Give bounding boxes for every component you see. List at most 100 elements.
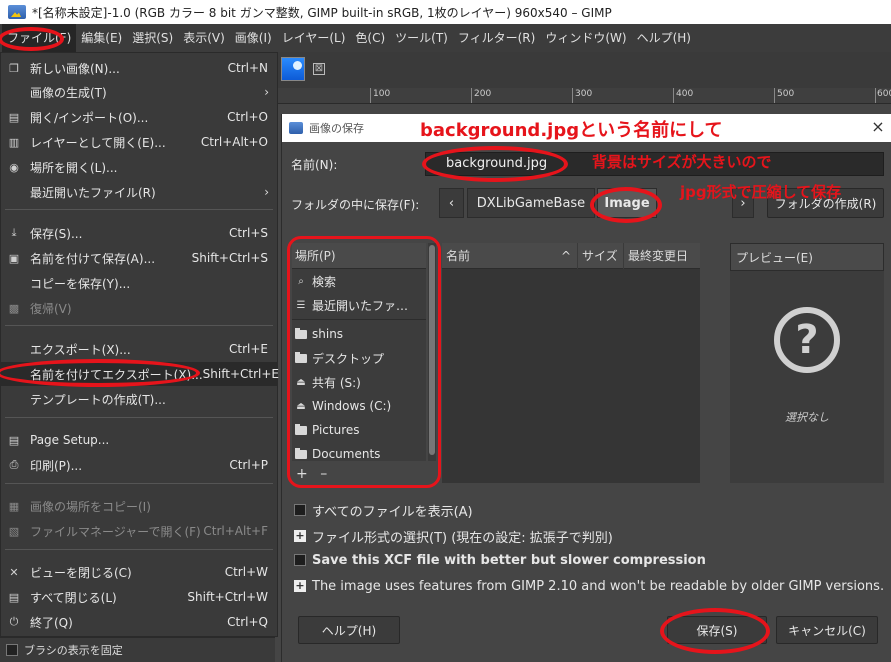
menu-bar: ファイル(F) 編集(E) 選択(S) 表示(V) 画像(I) レイヤー(L) … bbox=[0, 24, 891, 52]
image-tab-thumbnail[interactable] bbox=[281, 57, 305, 81]
lock-brush-checkbox[interactable] bbox=[6, 644, 18, 656]
menu-item-open-location[interactable]: ◉ 場所を開く(L)... bbox=[1, 155, 277, 179]
annotation-circle-save-button bbox=[660, 608, 770, 654]
file-manager-icon: ▧ bbox=[8, 524, 20, 538]
dialog-app-icon bbox=[289, 122, 303, 134]
menu-item-close-view[interactable]: ✕ ビューを閉じる(C) Ctrl+W bbox=[1, 560, 277, 584]
menu-help[interactable]: ヘルプ(H) bbox=[632, 24, 696, 52]
page-setup-icon: ▤ bbox=[8, 433, 20, 447]
dialog-title: 画像の保存 bbox=[309, 122, 364, 135]
menu-filters[interactable]: フィルター(R) bbox=[453, 24, 540, 52]
annotation-note-line1: 背景はサイズが大きいので bbox=[592, 153, 772, 171]
annotation-circle-image-folder bbox=[590, 187, 662, 223]
menu-image[interactable]: 画像(I) bbox=[230, 24, 277, 52]
xcf-compression-checkbox[interactable] bbox=[294, 554, 306, 566]
annotation-box-places bbox=[287, 236, 441, 488]
menu-item-quit[interactable]: ⏻ 終了(Q) Ctrl+Q bbox=[1, 610, 277, 634]
menu-item-close-all[interactable]: ▤ すべて閉じる(L) Shift+Ctrl+W bbox=[1, 585, 277, 609]
title-bar: *[名称未設定]-1.0 (RGB カラー 8 bit ガンマ整数, GIMP … bbox=[0, 0, 891, 24]
ruler-tick bbox=[774, 88, 775, 103]
preview-header[interactable]: プレビュー(E) bbox=[730, 243, 884, 271]
brush-dock-strip: ブラシの表示を固定 bbox=[0, 637, 275, 662]
open-icon: ▤ bbox=[8, 110, 20, 124]
ruler-tick bbox=[572, 88, 573, 103]
menu-select[interactable]: 選択(S) bbox=[127, 24, 178, 52]
close-icon: ✕ bbox=[9, 565, 19, 579]
menu-item-save-as[interactable]: ▣ 名前を付けて保存(A)... Shift+Ctrl+S bbox=[1, 246, 277, 270]
expand-icon[interactable]: + bbox=[294, 530, 306, 542]
column-modified[interactable]: 最終変更日 bbox=[624, 243, 700, 269]
menu-layer[interactable]: レイヤー(L) bbox=[277, 24, 351, 52]
save-icon: ⤓ bbox=[11, 226, 17, 239]
file-list[interactable]: 名前 ^ サイズ 最終変更日 bbox=[442, 243, 700, 483]
submenu-arrow-icon: › bbox=[264, 85, 269, 99]
annotation-headline: background.jpgという名前にして bbox=[420, 120, 723, 141]
ruler-tick bbox=[673, 88, 674, 103]
menu-item-new-image[interactable]: ❐ 新しい画像(N)... Ctrl+N bbox=[1, 56, 277, 80]
open-as-layer-icon: ▥ bbox=[8, 135, 20, 149]
sort-ascending-icon: ^ bbox=[560, 249, 571, 263]
ruler-label: 300 bbox=[575, 89, 593, 99]
menu-item-open[interactable]: ▤ 開く/インポート(O)... Ctrl+O bbox=[1, 105, 277, 129]
image-tab-strip bbox=[275, 52, 891, 88]
show-all-files-checkbox[interactable] bbox=[294, 504, 306, 516]
gimp-window: *[名称未設定]-1.0 (RGB カラー 8 bit ガンマ整数, GIMP … bbox=[0, 0, 891, 662]
save-as-icon: ▣ bbox=[8, 251, 20, 265]
annotation-circle-file-menu bbox=[0, 27, 64, 51]
globe-icon: ◉ bbox=[9, 160, 19, 174]
menu-item-save[interactable]: ⤓ 保存(S)... Ctrl+S bbox=[1, 221, 277, 245]
tab-close-icon[interactable]: ⊠ bbox=[313, 63, 325, 75]
ruler-tick bbox=[875, 88, 876, 103]
menu-item-create[interactable]: 画像の生成(T) › bbox=[1, 80, 277, 104]
menu-item-show-in-file-manager[interactable]: ▧ ファイルマネージャーで開く(F) Ctrl+Alt+F bbox=[1, 519, 277, 543]
menu-separator bbox=[5, 209, 273, 210]
menu-item-print[interactable]: ⎙ 印刷(P)... Ctrl+P bbox=[1, 453, 277, 477]
annotation-circle-filename bbox=[422, 146, 568, 182]
new-image-icon: ❐ bbox=[9, 61, 19, 75]
dialog-close-icon[interactable]: × bbox=[869, 118, 887, 136]
menu-item-revert[interactable]: ▩ 復帰(V) bbox=[1, 296, 277, 320]
menu-item-copy-location[interactable]: ▦ 画像の場所をコピー(I) bbox=[1, 494, 277, 518]
file-list-body[interactable] bbox=[442, 269, 700, 483]
ruler-label: 200 bbox=[474, 89, 492, 99]
submenu-arrow-icon: › bbox=[264, 185, 269, 199]
preview-panel: プレビュー(E) ? 選択なし bbox=[730, 243, 884, 483]
file-menu-dropdown: ❐ 新しい画像(N)... Ctrl+N 画像の生成(T) › ▤ 開く/インポ… bbox=[0, 52, 279, 637]
revert-icon: ▩ bbox=[8, 301, 20, 315]
menu-separator bbox=[5, 325, 273, 326]
ruler-label: 400 bbox=[676, 89, 694, 99]
close-all-icon: ▤ bbox=[8, 590, 20, 604]
xcf-compression-option[interactable]: Save this XCF file with better but slowe… bbox=[294, 550, 706, 570]
column-name[interactable]: 名前 ^ bbox=[442, 243, 578, 269]
ruler-label: 600 bbox=[877, 89, 891, 99]
folder-label: フォルダの中に保存(F): bbox=[291, 198, 420, 212]
show-all-files-option[interactable]: すべてのファイルを表示(A) bbox=[294, 500, 473, 520]
window-title: *[名称未設定]-1.0 (RGB カラー 8 bit ガンマ整数, GIMP … bbox=[32, 5, 612, 20]
menu-item-open-as-layers[interactable]: ▥ レイヤーとして開く(E)... Ctrl+Alt+O bbox=[1, 130, 277, 154]
question-mark-icon: ? bbox=[774, 307, 840, 373]
compat-notice-expander[interactable]: + The image uses features from GIMP 2.10… bbox=[294, 576, 884, 596]
path-segment-dxlibgamebase[interactable]: DXLibGameBase bbox=[467, 188, 595, 218]
expand-icon[interactable]: + bbox=[294, 580, 306, 592]
ruler-label: 500 bbox=[777, 89, 795, 99]
annotation-circle-export-as bbox=[0, 359, 200, 387]
menu-tools[interactable]: ツール(T) bbox=[390, 24, 453, 52]
path-back-button[interactable]: ‹ bbox=[439, 188, 464, 218]
column-size[interactable]: サイズ bbox=[578, 243, 624, 269]
cancel-button[interactable]: キャンセル(C) bbox=[776, 616, 878, 644]
file-type-expander[interactable]: + ファイル形式の選択(T) (現在の設定: 拡張子で判別) bbox=[294, 526, 613, 546]
menu-item-export[interactable]: エクスポート(X)... Ctrl+E bbox=[1, 337, 277, 361]
menu-separator bbox=[5, 549, 273, 550]
help-button[interactable]: ヘルプ(H) bbox=[298, 616, 400, 644]
menu-windows[interactable]: ウィンドウ(W) bbox=[540, 24, 631, 52]
menu-item-create-template[interactable]: テンプレートの作成(T)... bbox=[1, 387, 277, 411]
menu-item-save-copy[interactable]: コピーを保存(Y)... bbox=[1, 271, 277, 295]
copy-location-icon: ▦ bbox=[8, 499, 20, 513]
menu-edit[interactable]: 編集(E) bbox=[76, 24, 127, 52]
menu-item-page-setup[interactable]: ▤ Page Setup... bbox=[1, 428, 277, 452]
horizontal-ruler: 100 200 300 400 500 600 bbox=[275, 88, 891, 104]
print-icon: ⎙ bbox=[9, 458, 19, 471]
menu-item-open-recent[interactable]: 最近開いたファイル(R) › bbox=[1, 180, 277, 204]
menu-colors[interactable]: 色(C) bbox=[350, 24, 390, 52]
menu-view[interactable]: 表示(V) bbox=[178, 24, 230, 52]
